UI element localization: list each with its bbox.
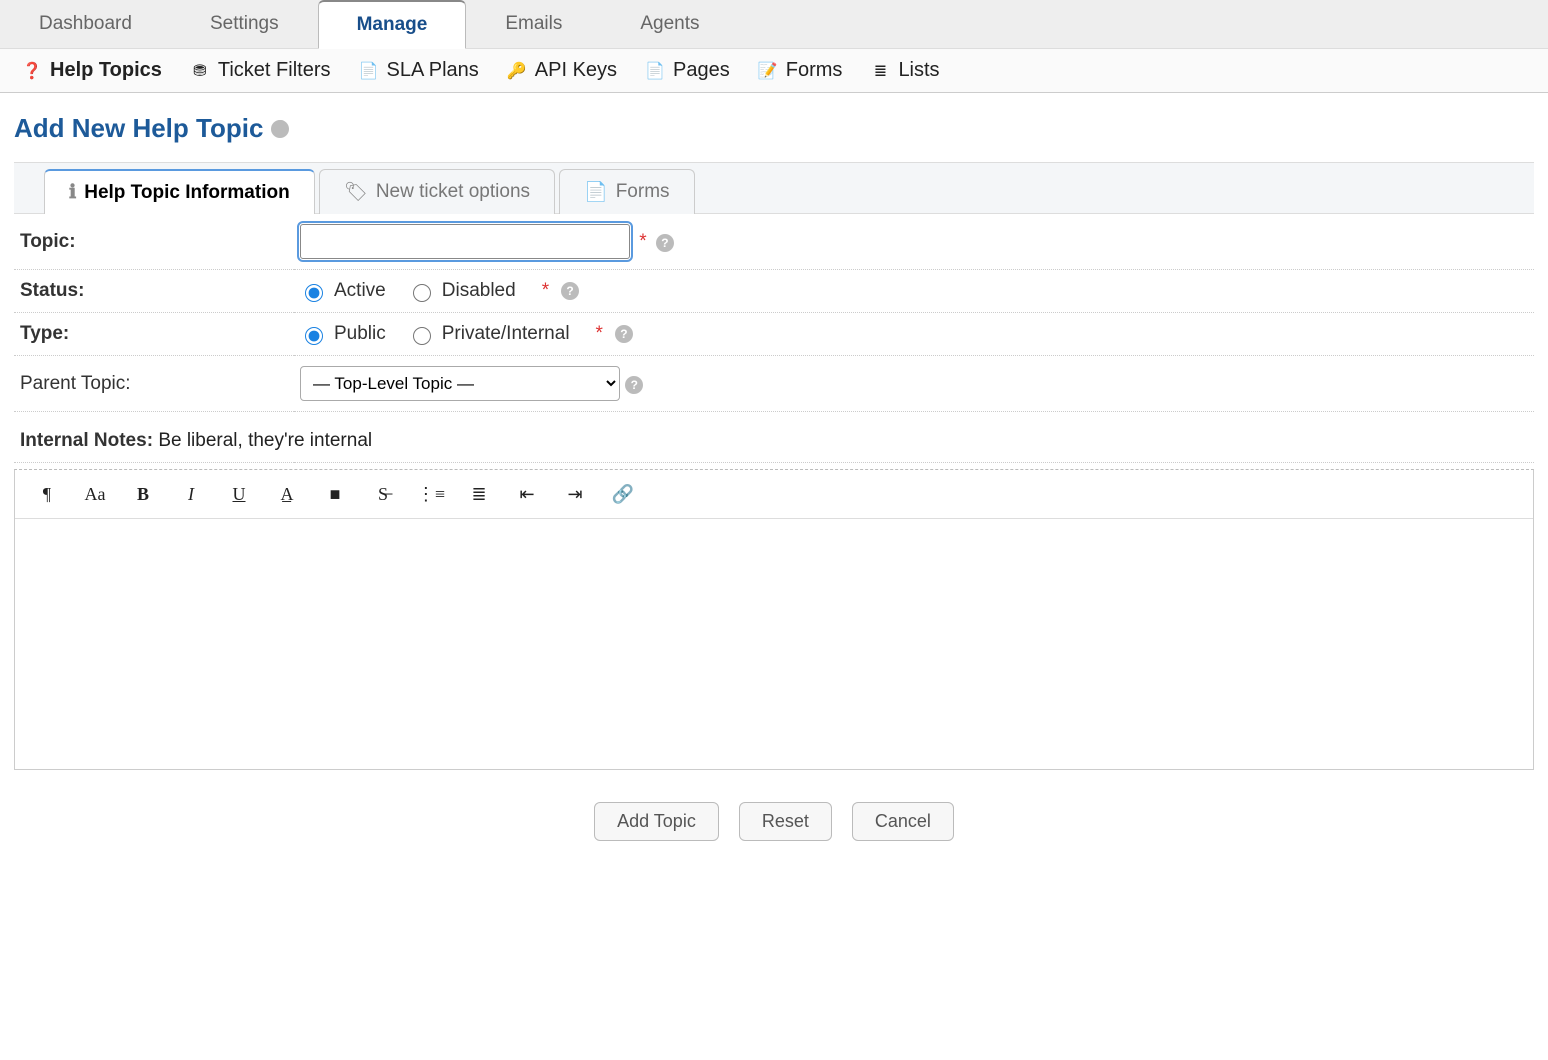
add-topic-button[interactable]: Add Topic bbox=[594, 802, 719, 841]
type-label: Type: bbox=[14, 313, 294, 356]
ed-strike-icon[interactable]: S̶ bbox=[371, 482, 395, 506]
page: Add New Help Topic ? ℹ Help Topic Inform… bbox=[0, 93, 1548, 885]
top-nav: Dashboard Settings Manage Emails Agents bbox=[0, 0, 1548, 49]
tag-icon: 🏷 bbox=[344, 180, 368, 204]
status-active-radio[interactable] bbox=[305, 284, 323, 302]
help-icon[interactable]: ? bbox=[615, 325, 633, 343]
ed-bullet-list-icon[interactable]: ⋮≡ bbox=[419, 482, 443, 506]
tab-new-ticket-options[interactable]: 🏷 New ticket options bbox=[319, 169, 555, 214]
nav-emails[interactable]: Emails bbox=[466, 0, 601, 48]
type-public-radio[interactable] bbox=[305, 327, 323, 345]
tab-label: New ticket options bbox=[376, 181, 530, 203]
subnav-help-topics[interactable]: ❓ Help Topics bbox=[22, 59, 162, 82]
subnav-label: Ticket Filters bbox=[218, 59, 331, 82]
nav-settings[interactable]: Settings bbox=[171, 0, 318, 48]
rich-text-editor: ¶ Aa B I U A̲ ■ S̶ ⋮≡ ≣ ⇤ ⇥ 🔗 bbox=[14, 469, 1534, 770]
help-icon[interactable]: ? bbox=[656, 234, 674, 252]
ed-link-icon[interactable]: 🔗 bbox=[611, 482, 635, 506]
editor-toolbar: ¶ Aa B I U A̲ ■ S̶ ⋮≡ ≣ ⇤ ⇥ 🔗 bbox=[15, 470, 1533, 519]
nav-dashboard[interactable]: Dashboard bbox=[0, 0, 171, 48]
form-tabs-wrap: ℹ Help Topic Information 🏷 New ticket op… bbox=[14, 162, 1534, 214]
help-icon[interactable]: ? bbox=[625, 376, 643, 394]
parent-topic-label: Parent Topic: bbox=[14, 356, 294, 412]
action-bar: Add Topic Reset Cancel bbox=[14, 802, 1534, 841]
row-type: Type: Public Private/Internal * ? bbox=[14, 313, 1534, 356]
row-topic: Topic: * ? bbox=[14, 214, 1534, 270]
lists-icon: ≣ bbox=[870, 61, 890, 81]
status-active-label: Active bbox=[334, 280, 386, 302]
subnav-label: Help Topics bbox=[50, 59, 162, 82]
notes-hint: Be liberal, they're internal bbox=[158, 430, 372, 451]
forms-icon: 📝 bbox=[758, 61, 778, 81]
help-icon[interactable]: ? bbox=[561, 282, 579, 300]
ed-backcolor-icon[interactable]: ■ bbox=[323, 482, 347, 506]
ed-outdent-icon[interactable]: ⇤ bbox=[515, 482, 539, 506]
form-icon: 📄 bbox=[584, 180, 608, 204]
help-topic-icon: ❓ bbox=[22, 61, 42, 81]
subnav-label: Forms bbox=[786, 59, 843, 82]
subnav-label: Lists bbox=[898, 59, 939, 82]
page-title-text: Add New Help Topic bbox=[14, 113, 263, 144]
row-parent-topic: Parent Topic: — Top-Level Topic — ? bbox=[14, 356, 1534, 412]
page-title: Add New Help Topic ? bbox=[14, 113, 1534, 144]
tab-label: Help Topic Information bbox=[84, 182, 289, 204]
subnav-lists[interactable]: ≣ Lists bbox=[870, 59, 939, 82]
ed-underline-icon[interactable]: U bbox=[227, 482, 251, 506]
help-icon[interactable]: ? bbox=[271, 120, 289, 138]
row-internal-notes: Internal Notes: Be liberal, they're inte… bbox=[14, 412, 1534, 463]
cancel-button[interactable]: Cancel bbox=[852, 802, 954, 841]
info-icon: ℹ bbox=[69, 181, 76, 204]
sub-nav: ❓ Help Topics ⛃ Ticket Filters 📄 SLA Pla… bbox=[0, 49, 1548, 93]
type-private-label: Private/Internal bbox=[442, 323, 570, 345]
parent-topic-select[interactable]: — Top-Level Topic — bbox=[300, 366, 620, 401]
filter-icon: ⛃ bbox=[190, 61, 210, 81]
type-private-radio[interactable] bbox=[413, 327, 431, 345]
required-star: * bbox=[596, 323, 603, 345]
sla-icon: 📄 bbox=[358, 61, 378, 81]
reset-button[interactable]: Reset bbox=[739, 802, 832, 841]
subnav-api-keys[interactable]: 🔑 API Keys bbox=[507, 59, 617, 82]
required-star: * bbox=[542, 280, 549, 302]
ed-forecolor-icon[interactable]: A̲ bbox=[275, 482, 299, 506]
pages-icon: 📄 bbox=[645, 61, 665, 81]
ed-bold-icon[interactable]: B bbox=[131, 482, 155, 506]
ed-paragraph-icon[interactable]: ¶ bbox=[35, 482, 59, 506]
editor-area[interactable] bbox=[15, 519, 1533, 769]
subnav-label: API Keys bbox=[535, 59, 617, 82]
form-tabs: ℹ Help Topic Information 🏷 New ticket op… bbox=[44, 163, 1534, 213]
type-public-label: Public bbox=[334, 323, 386, 345]
subnav-pages[interactable]: 📄 Pages bbox=[645, 59, 730, 82]
nav-manage[interactable]: Manage bbox=[318, 0, 467, 49]
api-icon: 🔑 bbox=[507, 61, 527, 81]
status-label: Status: bbox=[14, 270, 294, 313]
tab-forms[interactable]: 📄 Forms bbox=[559, 169, 695, 214]
form-table: Topic: * ? Status: Active Disabled * ? bbox=[14, 214, 1534, 463]
ed-number-list-icon[interactable]: ≣ bbox=[467, 482, 491, 506]
subnav-sla-plans[interactable]: 📄 SLA Plans bbox=[358, 59, 478, 82]
status-disabled-radio[interactable] bbox=[413, 284, 431, 302]
subnav-forms[interactable]: 📝 Forms bbox=[758, 59, 843, 82]
status-disabled-label: Disabled bbox=[442, 280, 516, 302]
ed-indent-icon[interactable]: ⇥ bbox=[563, 482, 587, 506]
topic-label: Topic: bbox=[14, 214, 294, 270]
ed-font-icon[interactable]: Aa bbox=[83, 482, 107, 506]
notes-label: Internal Notes: bbox=[20, 430, 153, 451]
tab-label: Forms bbox=[616, 181, 670, 203]
subnav-label: SLA Plans bbox=[386, 59, 478, 82]
subnav-label: Pages bbox=[673, 59, 730, 82]
row-status: Status: Active Disabled * ? bbox=[14, 270, 1534, 313]
tab-help-topic-info[interactable]: ℹ Help Topic Information bbox=[44, 169, 315, 214]
required-star: * bbox=[639, 231, 646, 252]
topic-input[interactable] bbox=[300, 224, 630, 259]
nav-agents[interactable]: Agents bbox=[601, 0, 738, 48]
ed-italic-icon[interactable]: I bbox=[179, 482, 203, 506]
subnav-ticket-filters[interactable]: ⛃ Ticket Filters bbox=[190, 59, 331, 82]
